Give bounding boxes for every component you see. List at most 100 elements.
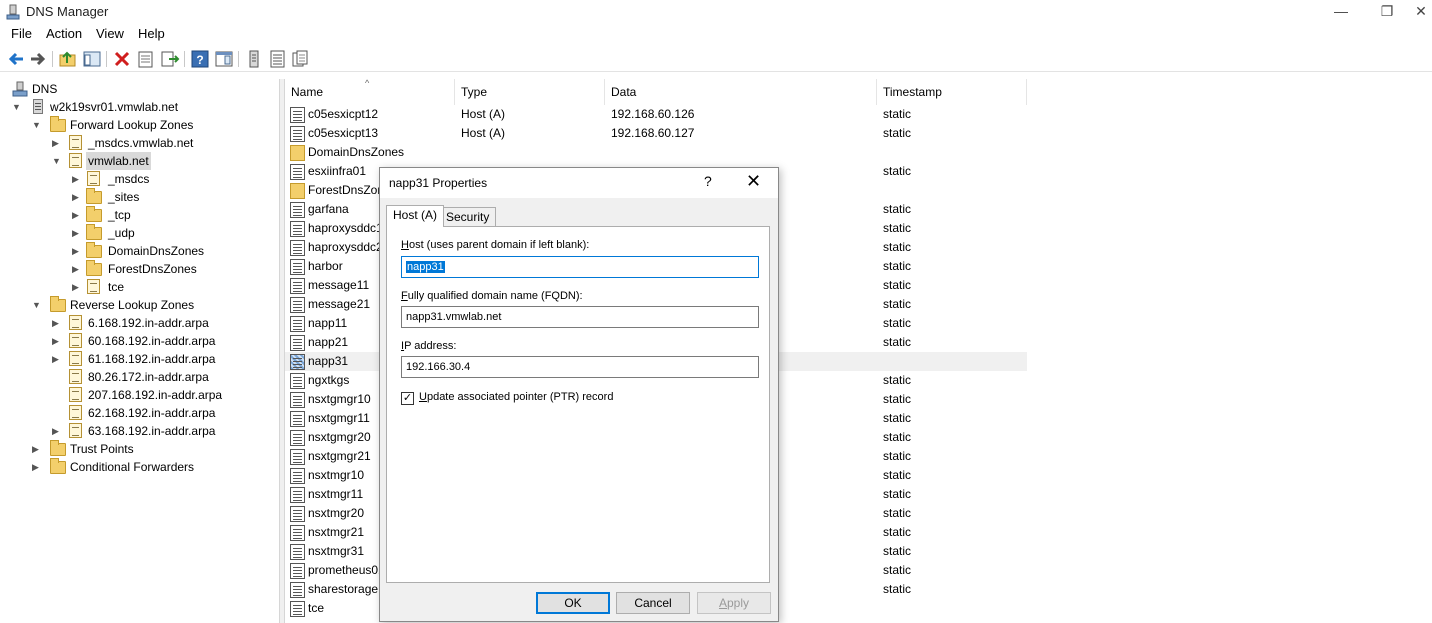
back-arrow-icon[interactable] — [6, 49, 26, 69]
tree-label: 80.26.172.in-addr.arpa — [88, 370, 209, 384]
tree-node-reverse-zone[interactable]: ▶ 63.168.192.in-addr.arpa — [52, 422, 272, 440]
collapse-chevron-icon[interactable]: ▼ — [32, 116, 42, 134]
ip-label-text: P address: — [404, 340, 457, 352]
help-button[interactable]: ? — [704, 173, 712, 189]
expand-chevron-icon[interactable]: ▶ — [52, 350, 62, 368]
list-icon[interactable] — [268, 49, 288, 69]
properties-icon[interactable] — [136, 49, 156, 69]
up-folder-icon[interactable] — [58, 49, 78, 69]
column-header-label: Timestamp — [883, 85, 942, 99]
restore-button[interactable]: ❐ — [1364, 0, 1410, 24]
menu-view[interactable]: View — [96, 26, 124, 41]
tree-node-reverse-zone[interactable]: 207.168.192.in-addr.arpa — [52, 386, 272, 404]
tree-label: Trust Points — [70, 442, 134, 456]
ip-address-input[interactable]: 192.166.30.4 — [401, 356, 759, 378]
tree-node-msdcs-zone[interactable]: ▶ _msdcs.vmwlab.net — [52, 134, 272, 152]
expand-chevron-icon[interactable]: ▶ — [72, 170, 82, 188]
column-header-label: Type — [461, 85, 488, 99]
tree-node-trust-points[interactable]: ▶ Trust Points — [32, 440, 252, 458]
tree-node-sites[interactable]: ▶ _sites — [72, 188, 272, 206]
expand-chevron-icon[interactable]: ▶ — [72, 188, 82, 206]
tree-label: DomainDnsZones — [108, 244, 205, 258]
expand-chevron-icon[interactable]: ▶ — [52, 332, 62, 350]
menu-action[interactable]: Action — [46, 26, 82, 41]
server-icon — [30, 99, 46, 115]
column-header-timestamp[interactable]: Timestamp — [877, 79, 1027, 105]
host-record-icon — [290, 525, 305, 541]
server-icon[interactable] — [244, 49, 264, 69]
table-row[interactable]: c05esxicpt12 Host (A) 192.168.60.126 static — [285, 105, 1027, 124]
expand-chevron-icon[interactable]: ▶ — [32, 440, 42, 458]
menu-file[interactable]: File — [11, 26, 32, 41]
delete-icon[interactable] — [112, 49, 132, 69]
dialog-close-button[interactable]: ✕ — [746, 171, 761, 192]
tree-node-reverse-zone[interactable]: 62.168.192.in-addr.arpa — [52, 404, 272, 422]
expand-chevron-icon[interactable]: ▶ — [52, 314, 62, 332]
host-input[interactable]: napp31 — [401, 256, 759, 278]
tree-node-tce[interactable]: ▶ tce — [72, 278, 272, 296]
cell-name: nsxtmgr10 — [308, 468, 365, 482]
host-label-text: ost (uses parent domain if left blank): — [408, 239, 590, 251]
table-row[interactable]: DomainDnsZones — [285, 143, 1027, 162]
tab-host-a[interactable]: Host (A) — [386, 205, 445, 227]
tree-node-reverse-zone[interactable]: ▶ 61.168.192.in-addr.arpa — [52, 350, 272, 368]
tree-node-server[interactable]: ▼ w2k19svr01.vmwlab.net — [12, 98, 232, 116]
tab-security[interactable]: Security — [439, 207, 497, 227]
apply-button[interactable]: Apply — [697, 592, 771, 614]
cell-name: message21 — [308, 297, 371, 311]
tree-label: 61.168.192.in-addr.arpa — [88, 352, 216, 366]
fqdn-field[interactable]: napp31.vmwlab.net — [401, 306, 759, 328]
expand-chevron-icon[interactable]: ▶ — [52, 422, 62, 440]
cell-name: esxiinfra01 — [308, 164, 367, 178]
menu-help[interactable]: Help — [138, 26, 165, 41]
ok-button[interactable]: OK — [536, 592, 610, 614]
tree-node-forward-lookup-zones[interactable]: ▼ Forward Lookup Zones — [32, 116, 252, 134]
expand-chevron-icon[interactable]: ▶ — [32, 458, 42, 476]
host-record-icon — [290, 430, 305, 446]
tree-node-msdcs[interactable]: ▶ _msdcs — [72, 170, 272, 188]
cancel-button[interactable]: Cancel — [616, 592, 690, 614]
cell-name: napp21 — [308, 335, 349, 349]
tree-node-reverse-lookup-zones[interactable]: ▼ Reverse Lookup Zones — [32, 296, 252, 314]
tree-node-dns[interactable]: DNS — [12, 80, 212, 98]
column-header-name[interactable]: Name ^ — [285, 78, 455, 105]
ptr-checkbox[interactable]: ✓ — [401, 392, 414, 405]
tree-node-udp[interactable]: ▶ _udp — [72, 224, 272, 242]
collapse-chevron-icon[interactable]: ▼ — [52, 152, 62, 170]
expand-chevron-icon[interactable]: ▶ — [72, 260, 82, 278]
expand-chevron-icon[interactable]: ▶ — [72, 278, 82, 296]
table-row[interactable]: c05esxicpt13 Host (A) 192.168.60.127 static — [285, 124, 1027, 143]
collapse-chevron-icon[interactable]: ▼ — [12, 98, 22, 116]
cell-name: nsxtgmgr20 — [308, 430, 371, 444]
expand-chevron-icon[interactable]: ▶ — [72, 206, 82, 224]
collapse-chevron-icon[interactable]: ▼ — [32, 296, 42, 314]
show-pane-icon[interactable] — [214, 49, 234, 69]
help-icon[interactable]: ? — [190, 49, 210, 69]
export-list-icon[interactable] — [160, 49, 180, 69]
cell-name: DomainDnsZones — [308, 145, 405, 159]
show-hide-tree-icon[interactable] — [82, 49, 102, 69]
host-record-icon — [290, 202, 305, 218]
tree-node-forestdnszones[interactable]: ▶ ForestDnsZones — [72, 260, 272, 278]
tree-node-vmwlab[interactable]: ▼ vmwlab.net — [52, 152, 272, 170]
tree-node-reverse-zone[interactable]: ▶ 6.168.192.in-addr.arpa — [52, 314, 272, 332]
expand-chevron-icon[interactable]: ▶ — [72, 224, 82, 242]
forward-arrow-icon[interactable] — [28, 49, 48, 69]
tree-node-reverse-zone[interactable]: 80.26.172.in-addr.arpa — [52, 368, 272, 386]
tree-node-reverse-zone[interactable]: ▶ 60.168.192.in-addr.arpa — [52, 332, 272, 350]
tree-node-domaindnszones[interactable]: ▶ DomainDnsZones — [72, 242, 272, 260]
cell-timestamp: static — [883, 202, 912, 216]
expand-chevron-icon[interactable]: ▶ — [52, 134, 62, 152]
tree-node-conditional-forwarders[interactable]: ▶ Conditional Forwarders — [32, 458, 252, 476]
close-button[interactable]: ✕ — [1410, 0, 1432, 24]
tree-node-tcp[interactable]: ▶ _tcp — [72, 206, 272, 224]
cell-timestamp: static — [883, 278, 912, 292]
cell-name: nsxtgmgr11 — [308, 411, 370, 425]
minimize-button[interactable]: — — [1318, 0, 1364, 24]
zone-icon — [86, 279, 102, 295]
column-header-data[interactable]: Data — [605, 79, 877, 105]
copy-icon[interactable] — [290, 49, 310, 69]
column-header-type[interactable]: Type — [455, 79, 605, 105]
expand-chevron-icon[interactable]: ▶ — [72, 242, 82, 260]
tree-label: tce — [108, 280, 125, 294]
